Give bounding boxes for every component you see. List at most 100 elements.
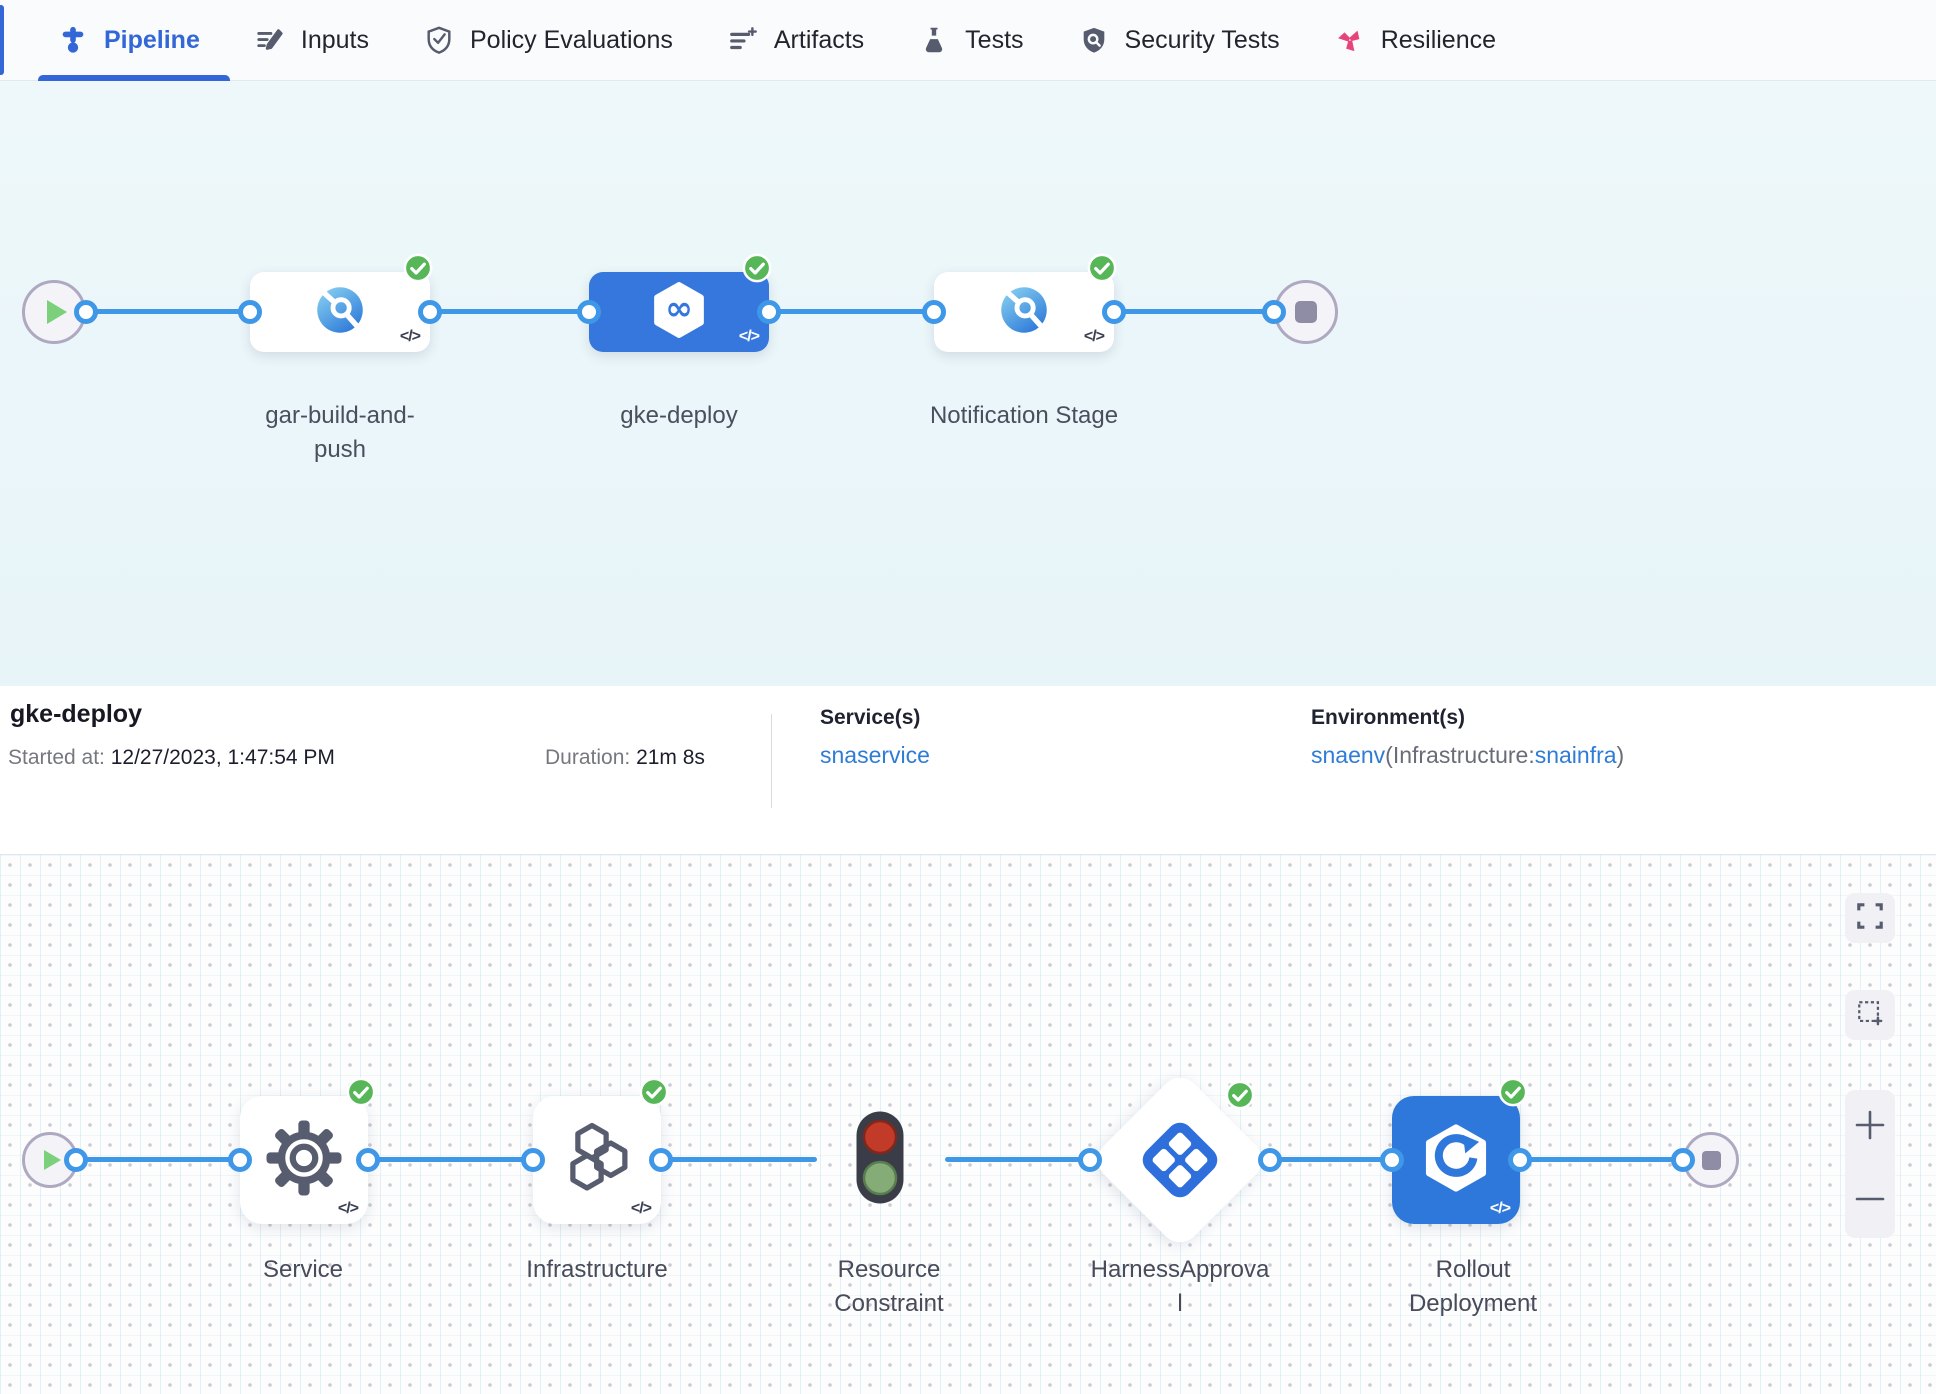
rollout-icon — [1419, 1121, 1493, 1200]
tab-artifacts[interactable]: Artifacts — [700, 0, 891, 81]
edge — [430, 309, 589, 314]
services-label: Service(s) — [820, 706, 920, 730]
port — [1102, 300, 1126, 324]
fullscreen-icon — [1856, 902, 1884, 935]
port — [64, 1148, 88, 1172]
plus-icon — [1854, 1109, 1886, 1146]
port — [1078, 1148, 1102, 1172]
nav-accent-edge — [0, 5, 4, 75]
stop-icon — [1295, 301, 1317, 323]
zoom-in-button[interactable] — [1845, 1095, 1895, 1159]
custom-stage-icon — [998, 284, 1050, 341]
duration: Duration: 21m 8s — [545, 746, 705, 770]
stage-node-gar-build-and-push[interactable]: </> — [250, 272, 430, 352]
zoom-out-button[interactable] — [1845, 1169, 1895, 1233]
port — [418, 300, 442, 324]
tab-tests[interactable]: Tests — [891, 0, 1050, 81]
tab-label: Artifacts — [774, 26, 864, 55]
step-label: Resource Constraint — [819, 1253, 959, 1321]
policy-shield-icon — [423, 24, 455, 56]
edge — [76, 1157, 240, 1162]
stage-label: Notification Stage — [924, 399, 1124, 433]
tab-label: Policy Evaluations — [470, 26, 673, 55]
svg-text:∞: ∞ — [665, 288, 693, 327]
pipeline-execution-page: Pipeline Inputs Policy Evaluations — [0, 0, 1936, 1394]
inputs-icon — [254, 24, 286, 56]
service-link[interactable]: snaservice — [820, 742, 930, 768]
tab-label: Security Tests — [1125, 26, 1280, 55]
port — [1671, 1148, 1695, 1172]
tab-label: Pipeline — [104, 26, 200, 55]
execution-graph-canvas[interactable]: </> </> — [0, 855, 1936, 1394]
step-node-service[interactable]: </> — [240, 1096, 368, 1224]
tab-inputs[interactable]: Inputs — [227, 0, 396, 81]
gear-icon — [264, 1118, 344, 1203]
stage-node-notification-stage[interactable]: </> — [934, 272, 1114, 352]
edge — [1270, 1157, 1392, 1162]
marquee-select-button[interactable] — [1845, 990, 1895, 1040]
edge — [661, 1157, 817, 1162]
step-label: Rollout Deployment — [1393, 1253, 1553, 1321]
code-chip: </> — [1084, 328, 1104, 346]
edge — [86, 309, 250, 314]
stage-label: gar-build-and-push — [240, 399, 440, 467]
service-link-wrap: snaservice — [820, 742, 930, 769]
edge — [945, 1157, 1090, 1162]
port — [1380, 1148, 1404, 1172]
stage-graph-canvas[interactable]: </> ∞ </> — [0, 81, 1936, 686]
tab-pipeline[interactable]: Pipeline — [30, 0, 227, 81]
step-node-rollout-deployment[interactable]: </> — [1392, 1096, 1520, 1224]
edge — [769, 309, 934, 314]
hexagons-icon — [557, 1118, 637, 1203]
port — [228, 1148, 252, 1172]
code-chip: </> — [739, 328, 759, 346]
fullscreen-button[interactable] — [1845, 893, 1895, 943]
step-label: Service — [193, 1253, 413, 1287]
edge — [1114, 309, 1274, 314]
step-node-resource-constraint[interactable] — [855, 1110, 905, 1205]
success-badge — [403, 253, 433, 283]
edge — [1520, 1157, 1683, 1162]
port — [356, 1148, 380, 1172]
pipeline-icon — [57, 24, 89, 56]
artifacts-list-icon — [727, 24, 759, 56]
code-chip: </> — [400, 328, 420, 346]
infrastructure-link[interactable]: snainfra — [1535, 742, 1617, 768]
environments-label: Environment(s) — [1311, 706, 1465, 730]
code-chip: </> — [338, 1200, 358, 1218]
play-icon — [47, 300, 67, 324]
stage-node-gke-deploy[interactable]: ∞ </> — [589, 272, 769, 352]
tab-resilience[interactable]: Resilience — [1307, 0, 1523, 81]
port — [238, 300, 262, 324]
code-chip: </> — [1490, 1200, 1510, 1218]
tab-policy-evaluations[interactable]: Policy Evaluations — [396, 0, 700, 81]
port — [757, 300, 781, 324]
environment-link[interactable]: snaenv — [1311, 742, 1385, 768]
marquee-select-icon — [1856, 999, 1884, 1032]
port — [521, 1148, 545, 1172]
deploy-stage-icon: ∞ — [650, 281, 708, 344]
step-node-infrastructure[interactable]: </> — [533, 1096, 661, 1224]
flask-icon — [918, 24, 950, 56]
port — [922, 300, 946, 324]
stage-details-bar: gke-deploy Started at: 12/27/2023, 1:47:… — [0, 686, 1936, 855]
port — [74, 300, 98, 324]
started-at-value: 12/27/2023, 1:47:54 PM — [111, 746, 335, 769]
tab-label: Tests — [965, 26, 1023, 55]
security-shield-icon — [1078, 24, 1110, 56]
success-badge — [1498, 1077, 1528, 1107]
zoom-controls — [1845, 1090, 1895, 1238]
tab-label: Inputs — [301, 26, 369, 55]
duration-value: 21m 8s — [636, 746, 705, 769]
tab-label: Resilience — [1381, 26, 1496, 55]
success-badge — [639, 1077, 669, 1107]
edge — [368, 1157, 533, 1162]
resilience-pinwheel-icon — [1334, 24, 1366, 56]
approval-diamond-icon — [1138, 1118, 1222, 1207]
started-at: Started at: 12/27/2023, 1:47:54 PM — [8, 746, 335, 770]
environment-value: snaenv(Infrastructure:snainfra) — [1311, 742, 1624, 769]
play-icon — [44, 1150, 61, 1170]
step-label: Infrastructure — [487, 1253, 707, 1287]
port — [1508, 1148, 1532, 1172]
tab-security-tests[interactable]: Security Tests — [1051, 0, 1307, 81]
